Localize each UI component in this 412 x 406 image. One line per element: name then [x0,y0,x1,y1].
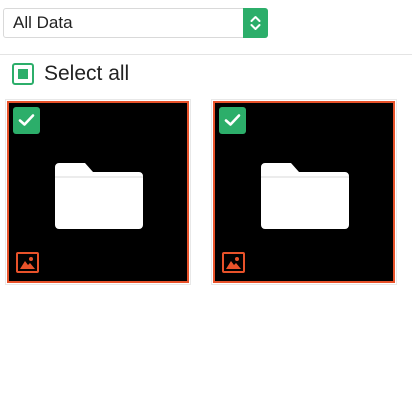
image-icon [16,252,39,273]
folder-tile[interactable] [5,99,191,285]
checkbox-partial-icon[interactable] [12,63,34,85]
chevron-updown-icon [250,16,261,30]
data-filter-value: All Data [13,13,73,32]
select-all-label: Select all [44,62,130,85]
folder-icon [261,163,349,229]
toolbar: All Data [0,0,412,55]
data-filter-select[interactable]: All Data [3,8,268,38]
selected-check-icon[interactable] [13,107,40,134]
select-stepper[interactable] [243,8,268,38]
select-all-checkbox[interactable]: Select all [12,61,129,87]
folder-tile[interactable] [211,99,397,285]
folder-icon [55,163,143,229]
image-icon [222,252,245,273]
selected-check-icon[interactable] [219,107,246,134]
